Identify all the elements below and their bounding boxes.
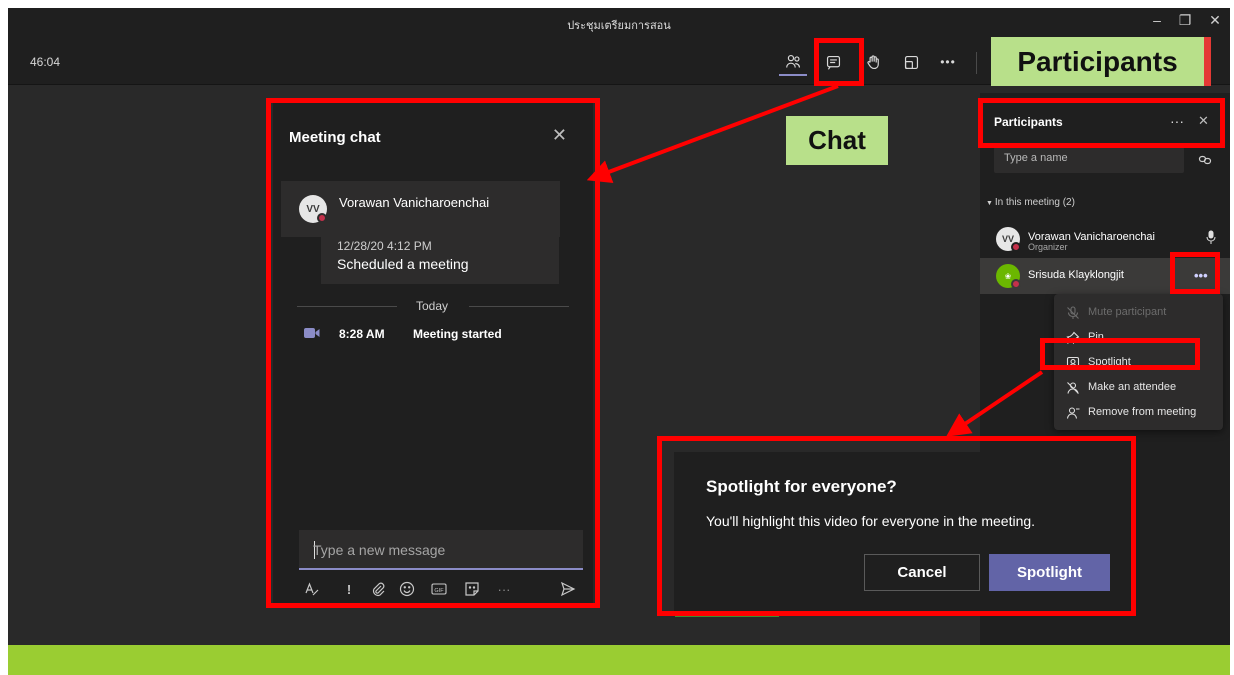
participant-role: Organizer bbox=[1028, 242, 1068, 252]
section-label: In this meeting (2) bbox=[994, 197, 1075, 208]
raise-hand-button[interactable] bbox=[859, 48, 887, 76]
teams-meeting-window: ประชุมเตรียมการสอน – ❐ ✕ 46:04 ••• Parti… bbox=[8, 8, 1230, 675]
close-window-button[interactable]: ✕ bbox=[1204, 12, 1226, 29]
minimize-button[interactable]: – bbox=[1146, 12, 1168, 28]
presence-busy-icon bbox=[317, 213, 327, 223]
send-icon bbox=[560, 581, 576, 597]
dialog-title: Spotlight for everyone? bbox=[706, 477, 897, 496]
message-timestamp: 12/28/20 4:12 PM bbox=[337, 239, 432, 253]
svg-text:GIF: GIF bbox=[434, 588, 444, 594]
show-conversation-button[interactable] bbox=[819, 48, 847, 76]
people-icon bbox=[785, 54, 800, 68]
participant-search-input[interactable] bbox=[1004, 152, 1174, 164]
show-participants-button[interactable] bbox=[779, 48, 807, 76]
divider-line-right bbox=[469, 306, 569, 307]
divider-line-left bbox=[297, 306, 397, 307]
sticker-icon bbox=[465, 582, 479, 596]
layout-icon bbox=[904, 55, 918, 69]
presence-busy-icon bbox=[1011, 242, 1021, 252]
participants-callout: Participants bbox=[991, 37, 1211, 86]
window-title: ประชุมเตรียมการสอน bbox=[567, 19, 671, 32]
menu-item-spotlight[interactable]: Spotlight bbox=[1054, 351, 1223, 375]
participants-title: Participants bbox=[994, 115, 1063, 129]
event-time: 8:28 AM bbox=[339, 327, 385, 341]
footer-bar bbox=[8, 645, 1230, 675]
chat-title: Meeting chat bbox=[289, 129, 381, 146]
video-camera-icon bbox=[304, 328, 320, 338]
spotlight-icon bbox=[1066, 356, 1080, 370]
avatar: ❀ bbox=[996, 264, 1021, 289]
avatar-initials: VV bbox=[306, 203, 320, 215]
window-title-bar: ประชุมเตรียมการสอน – ❐ ✕ bbox=[8, 8, 1230, 38]
meeting-chat-panel: Meeting chat ✕ VV Vorawan Vanicharoencha… bbox=[273, 103, 593, 608]
avatar-photo-icon: ❀ bbox=[1004, 271, 1012, 281]
attach-button[interactable] bbox=[369, 581, 387, 599]
participant-search-box[interactable] bbox=[994, 147, 1184, 173]
participant-row[interactable]: VV Vorawan Vanicharoenchai Organizer bbox=[980, 220, 1230, 256]
microphone-icon bbox=[1206, 230, 1216, 244]
paperclip-icon bbox=[372, 582, 385, 597]
link-icon bbox=[1198, 155, 1212, 165]
participant-name: Srisuda Klayklongjit bbox=[1028, 269, 1124, 281]
video-feed-strip bbox=[675, 614, 779, 617]
meeting-timer: 46:04 bbox=[30, 55, 61, 69]
send-button[interactable] bbox=[559, 581, 577, 599]
chat-message-header: VV Vorawan Vanicharoenchai bbox=[281, 181, 560, 237]
menu-item-label: Spotlight bbox=[1088, 356, 1131, 368]
menu-item-label: Make an attendee bbox=[1088, 381, 1177, 393]
chat-icon bbox=[826, 55, 840, 70]
hand-icon bbox=[866, 54, 879, 69]
restore-button[interactable]: ❐ bbox=[1174, 12, 1196, 29]
format-button[interactable] bbox=[303, 581, 321, 599]
menu-item-remove-from-meeting[interactable]: Remove from meeting bbox=[1054, 401, 1223, 425]
presence-busy-icon bbox=[1011, 279, 1021, 289]
menu-item-label: Pin bbox=[1088, 331, 1104, 343]
room-layout-button[interactable] bbox=[897, 48, 925, 76]
spotlight-confirm-dialog: Spotlight for everyone? You'll highlight… bbox=[674, 452, 1140, 616]
message-composer[interactable] bbox=[299, 530, 583, 570]
participant-row-selected[interactable]: ❀ Srisuda Klayklongjit ••• bbox=[980, 258, 1230, 294]
menu-item-label: Mute participant bbox=[1088, 306, 1167, 318]
gif-button[interactable]: GIF bbox=[430, 581, 448, 599]
menu-item-mute-participant[interactable]: Mute participant bbox=[1054, 301, 1223, 325]
dialog-body: You'll highlight this video for everyone… bbox=[706, 513, 1036, 529]
mic-off-icon bbox=[1067, 306, 1079, 319]
message-text: Scheduled a meeting bbox=[337, 256, 469, 272]
more-actions-button[interactable]: ••• bbox=[934, 48, 962, 76]
message-input[interactable] bbox=[313, 540, 563, 560]
spotlight-button[interactable]: Spotlight bbox=[989, 554, 1110, 591]
avatar: VV bbox=[996, 227, 1021, 252]
emoji-button[interactable] bbox=[398, 581, 416, 599]
share-invite-link-button[interactable] bbox=[1198, 153, 1212, 167]
format-icon bbox=[305, 582, 319, 596]
chat-callout: Chat bbox=[786, 116, 888, 165]
menu-item-make-attendee[interactable]: Make an attendee bbox=[1054, 376, 1223, 400]
composer-toolbar: ! GIF ··· bbox=[303, 581, 583, 601]
sender-name: Vorawan Vanicharoenchai bbox=[339, 195, 490, 210]
person-off-icon bbox=[1067, 382, 1079, 394]
sticker-button[interactable] bbox=[463, 581, 481, 599]
chevron-down-icon: ▼ bbox=[986, 200, 995, 207]
menu-item-pin[interactable]: Pin bbox=[1054, 326, 1223, 350]
event-text: Meeting started bbox=[413, 327, 502, 341]
menu-item-label: Remove from meeting bbox=[1088, 406, 1197, 418]
toolbar-divider bbox=[976, 52, 977, 74]
gif-icon: GIF bbox=[431, 583, 447, 595]
in-meeting-section[interactable]: ▼ In this meeting (2) bbox=[986, 197, 1075, 208]
date-divider-label: Today bbox=[415, 299, 449, 313]
more-options-button[interactable]: ··· bbox=[495, 581, 513, 599]
smiley-icon bbox=[399, 581, 415, 597]
pin-icon bbox=[1066, 331, 1080, 345]
participants-close-button[interactable]: ✕ bbox=[1198, 113, 1209, 129]
important-button[interactable]: ! bbox=[340, 581, 358, 599]
cancel-button[interactable]: Cancel bbox=[864, 554, 980, 591]
participants-more-button[interactable]: ··· bbox=[1170, 113, 1184, 129]
participant-context-menu: Mute participant Pin Spotlight Make an a… bbox=[1054, 294, 1223, 430]
participant-more-options-button[interactable]: ••• bbox=[1194, 268, 1208, 283]
chat-close-button[interactable]: ✕ bbox=[552, 125, 567, 146]
avatar: VV bbox=[299, 195, 327, 223]
meeting-scheduled-card[interactable]: 12/28/20 4:12 PM Scheduled a meeting bbox=[321, 236, 559, 284]
remove-person-icon bbox=[1066, 407, 1080, 419]
